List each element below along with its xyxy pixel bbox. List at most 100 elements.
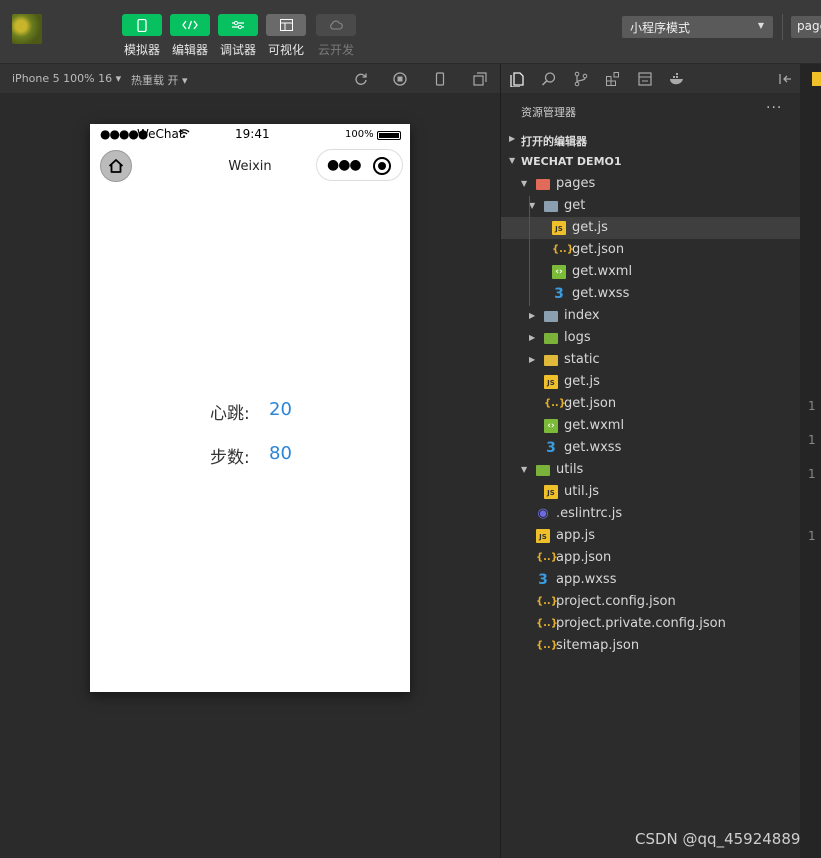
chevron-down-icon: ▼ [521, 465, 528, 474]
close-miniprogram-icon[interactable] [373, 157, 391, 175]
file-name: get.json [572, 242, 625, 257]
folder-item[interactable]: ▶ static [501, 349, 800, 371]
file-item[interactable]: {..} get.json [501, 393, 800, 415]
chevron-right-icon: ▶ [509, 134, 516, 143]
visualize-label: 可视化 [267, 43, 304, 57]
simulator-bar: iPhone 5 100% 16 ▾ 热重载 开 ▾ [0, 64, 500, 94]
file-item[interactable]: {..} project.private.config.json [501, 613, 800, 635]
editor-tab-js-icon[interactable] [812, 72, 821, 86]
folder-icon [536, 465, 550, 476]
hot-reload-label: 热重载 开 [131, 74, 179, 87]
more-menu-icon[interactable]: ●●● [327, 157, 362, 173]
wxml-file-icon: ‹› [552, 265, 566, 279]
wxss-file-icon: 3 [538, 572, 548, 588]
phone-screen: ●●●●● WeChat 19:41 100% Weixin ●●● 心跳: 2… [90, 124, 410, 692]
cloud-dev-toggle[interactable]: 云开发 [316, 14, 356, 58]
folder-item[interactable]: ▼ get [501, 195, 800, 217]
folder-item[interactable]: ▶ index [501, 305, 800, 327]
refresh-icon[interactable] [354, 72, 368, 86]
user-avatar[interactable] [12, 14, 42, 44]
js-file-icon: JS [544, 375, 558, 389]
stop-icon[interactable] [393, 72, 407, 86]
search-icon[interactable] [541, 71, 557, 87]
file-name: pages [556, 176, 596, 191]
file-item[interactable]: 3 app.wxss [501, 569, 800, 591]
top-toolbar: 模拟器 编辑器 调试器 可视化 云开发 小程序模式 ▼ page [0, 0, 821, 64]
project-section[interactable]: ▼ WECHAT DEMO1 [501, 151, 800, 173]
file-item[interactable]: {..} app.json [501, 547, 800, 569]
steps-value: 80 [269, 443, 292, 464]
chevron-down-icon: ▼ [521, 179, 528, 188]
page-select[interactable]: page [791, 16, 821, 38]
docker-icon[interactable] [669, 71, 685, 87]
device-select-label: iPhone 5 100% 16 [12, 72, 113, 85]
file-item[interactable]: ◉ .eslintrc.js [501, 503, 800, 525]
chevron-right-icon: ▶ [529, 333, 536, 342]
phone-status-bar: ●●●●● WeChat 19:41 100% [90, 124, 410, 144]
hot-reload-select[interactable]: 热重载 开 ▾ [131, 72, 188, 88]
file-item[interactable]: {..} sitemap.json [501, 635, 800, 657]
file-name: app.js [556, 528, 595, 543]
editor-toggle[interactable]: 编辑器 [170, 14, 210, 58]
file-item[interactable]: 3 get.wxss [501, 437, 800, 459]
file-name: static [564, 352, 600, 367]
open-editors-section[interactable]: ▶ 打开的编辑器 [501, 129, 800, 151]
more-actions-icon[interactable]: ··· [766, 100, 782, 116]
file-item[interactable]: JS app.js [501, 525, 800, 547]
json-file-icon: {..} [536, 552, 558, 563]
debug-icon [218, 14, 258, 36]
mode-select-value: 小程序模式 [630, 21, 691, 35]
file-name: get.wxss [572, 286, 630, 301]
watermark: CSDN @qq_45924889 [635, 830, 801, 848]
file-name: index [564, 308, 600, 323]
file-item[interactable]: JS get.js [501, 217, 800, 239]
file-item[interactable]: {..} get.json [501, 239, 800, 261]
eslint-file-icon: ◉ [537, 506, 549, 521]
device-select[interactable]: iPhone 5 100% 16 ▾ [12, 72, 121, 85]
file-item[interactable]: 3 get.wxss [501, 283, 800, 305]
folder-item[interactable]: ▼ pages [501, 173, 800, 195]
json-file-icon: {..} [536, 618, 558, 629]
json-file-icon: {..} [536, 640, 558, 651]
source-control-icon[interactable] [573, 71, 589, 87]
line-number: 1 [808, 433, 816, 447]
file-item[interactable]: ‹› get.wxml [501, 261, 800, 283]
battery-icon [377, 131, 401, 140]
json-file-icon: {..} [552, 244, 574, 255]
folder-icon [544, 355, 558, 366]
json-file-icon: {..} [536, 596, 558, 607]
explorer-icon[interactable] [509, 71, 525, 87]
file-name: utils [556, 462, 584, 477]
chevron-down-icon: ▼ [509, 156, 516, 165]
file-item[interactable]: JS get.js [501, 371, 800, 393]
collapse-panel-icon[interactable] [777, 71, 793, 87]
code-icon [170, 14, 210, 36]
folder-item[interactable]: ▼ utils [501, 459, 800, 481]
activity-bar [501, 64, 801, 94]
editor-edge [800, 64, 821, 858]
file-name: app.wxss [556, 572, 617, 587]
simulator-toggle[interactable]: 模拟器 [122, 14, 162, 58]
storage-icon[interactable] [637, 71, 653, 87]
visualize-toggle[interactable]: 可视化 [266, 14, 306, 58]
chevron-right-icon: ▶ [529, 311, 536, 320]
wxss-file-icon: 3 [546, 440, 556, 456]
file-name: get.json [564, 396, 617, 411]
file-item[interactable]: JS util.js [501, 481, 800, 503]
detach-window-icon[interactable] [473, 72, 487, 86]
file-item[interactable]: ‹› get.wxml [501, 415, 800, 437]
toolbar-separator [782, 14, 783, 40]
simulator-label: 模拟器 [123, 43, 160, 57]
phone-icon [122, 14, 162, 36]
file-name: get.js [572, 220, 608, 235]
cloud-dev-label: 云开发 [317, 43, 354, 57]
extensions-icon[interactable] [605, 71, 621, 87]
mode-select[interactable]: 小程序模式 ▼ [622, 16, 773, 38]
folder-item[interactable]: ▶ logs [501, 327, 800, 349]
phone-preview-icon[interactable] [433, 72, 447, 86]
file-item[interactable]: {..} project.config.json [501, 591, 800, 613]
file-name: get.wxml [564, 418, 625, 433]
wifi-icon [178, 129, 190, 138]
debugger-toggle[interactable]: 调试器 [218, 14, 258, 58]
file-name: logs [564, 330, 591, 345]
